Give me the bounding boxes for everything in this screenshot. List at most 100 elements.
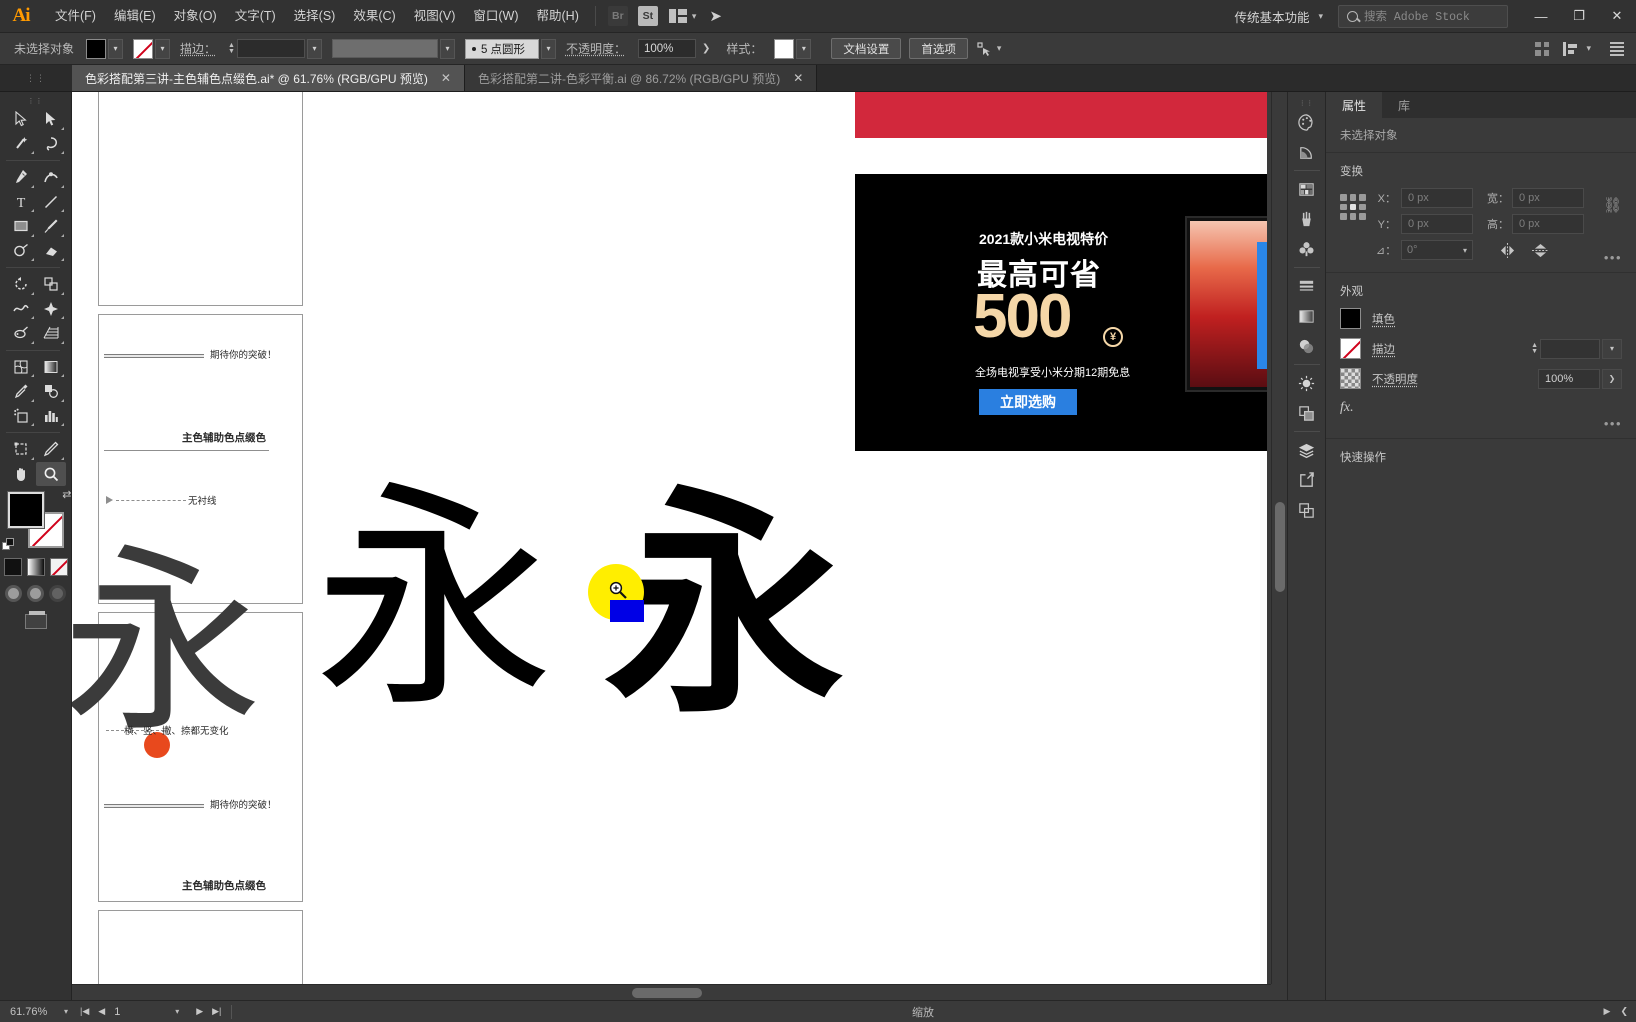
direct-selection-tool[interactable] bbox=[36, 107, 66, 132]
fill-chevron-icon[interactable]: ▾ bbox=[108, 38, 124, 59]
free-transform-tool[interactable] bbox=[36, 297, 66, 322]
play-icon[interactable]: ▶ bbox=[1604, 1006, 1611, 1017]
prev-page-icon[interactable]: ◀ bbox=[98, 1006, 105, 1017]
type-tool[interactable]: T bbox=[6, 190, 36, 215]
stroke-weight-chevron-icon[interactable]: ▾ bbox=[306, 38, 322, 59]
stroke-weight-control[interactable]: ▲ ▼ ▾ bbox=[228, 38, 322, 59]
transform-more-options-icon[interactable]: ••• bbox=[1604, 250, 1622, 265]
flip-vertical-icon[interactable] bbox=[1532, 243, 1549, 258]
artboard-1[interactable] bbox=[98, 92, 303, 306]
menu-object[interactable]: 对象(O) bbox=[165, 0, 226, 33]
rotate-tool[interactable] bbox=[6, 272, 36, 297]
angle-chevron-icon[interactable]: ▾ bbox=[1463, 246, 1467, 255]
default-fill-stroke-icon[interactable] bbox=[1, 538, 15, 551]
appearance-stroke-swatch[interactable] bbox=[1340, 338, 1361, 359]
arrange-documents-icon[interactable] bbox=[668, 9, 687, 23]
document-tab-1[interactable]: 色彩搭配第三讲-主色辅色点缀色.ai* @ 61.76% (RGB/GPU 预览… bbox=[72, 65, 465, 91]
page-number-input[interactable]: 1 bbox=[114, 1006, 158, 1018]
appearance-more-options-icon[interactable]: ••• bbox=[1604, 416, 1622, 431]
appearance-opacity-expand-icon[interactable]: ❯ bbox=[1602, 368, 1622, 389]
style-control[interactable]: ▾ bbox=[774, 38, 812, 59]
curvature-tool[interactable] bbox=[36, 165, 66, 190]
swap-fill-stroke-icon[interactable]: ⇄ bbox=[62, 488, 71, 501]
menu-type[interactable]: 文字(T) bbox=[226, 0, 285, 33]
list-view-icon[interactable] bbox=[1610, 41, 1624, 56]
glyph-serif-yong[interactable]: 永 bbox=[314, 480, 554, 720]
appearance-fill-swatch[interactable] bbox=[1340, 308, 1361, 329]
opacity-control[interactable]: 100% ❯ bbox=[637, 39, 716, 58]
draw-normal-icon[interactable] bbox=[5, 585, 22, 602]
zoom-level-value[interactable]: 61.76% bbox=[10, 1006, 56, 1018]
stroke-weight-input[interactable] bbox=[236, 39, 305, 58]
color-guide-panel-icon[interactable] bbox=[1292, 137, 1322, 167]
width-tool[interactable] bbox=[6, 297, 36, 322]
zoom-tool[interactable] bbox=[35, 461, 66, 486]
shaper-tool[interactable] bbox=[6, 239, 36, 264]
scale-tool[interactable] bbox=[36, 272, 66, 297]
artboards-panel-icon[interactable] bbox=[1292, 495, 1322, 525]
bridge-icon[interactable]: Br bbox=[607, 6, 628, 26]
perspective-grid-tool[interactable] bbox=[36, 321, 66, 346]
menu-help[interactable]: 帮助(H) bbox=[528, 0, 588, 33]
y-input[interactable]: 0 px bbox=[1401, 214, 1473, 234]
hand-tool[interactable] bbox=[6, 462, 36, 487]
tab-bar-grip[interactable]: ⋮⋮ bbox=[0, 65, 72, 91]
stroke-stepper-icon[interactable]: ▲ ▼ bbox=[228, 42, 235, 55]
document-tab-2[interactable]: 色彩搭配第二讲-色彩平衡.ai @ 86.72% (RGB/GPU 预览) ✕ bbox=[464, 65, 818, 91]
chevron-down-icon[interactable]: ▾ bbox=[692, 11, 697, 22]
brush-definition-value[interactable]: 5 点圆形 bbox=[464, 38, 539, 59]
pathfinder-panel-icon[interactable] bbox=[1292, 398, 1322, 428]
fill-swatch[interactable] bbox=[86, 38, 107, 59]
zoom-chevron-icon[interactable]: ▾ bbox=[56, 1007, 76, 1016]
arrange-grid-icon[interactable] bbox=[1535, 41, 1550, 56]
style-chevron-icon[interactable]: ▾ bbox=[796, 38, 812, 59]
workspace-chevron-icon[interactable]: ▾ bbox=[1318, 11, 1323, 22]
none-mode-icon[interactable] bbox=[49, 558, 68, 576]
tab-libraries[interactable]: 库 bbox=[1382, 92, 1426, 118]
close-button[interactable]: ✕ bbox=[1598, 0, 1636, 33]
color-mode-icon[interactable] bbox=[3, 558, 22, 576]
opacity-expand-icon[interactable]: ❯ bbox=[696, 43, 716, 54]
workspace-switcher[interactable]: 传统基本功能 bbox=[1230, 7, 1313, 26]
layers-panel-icon[interactable] bbox=[1292, 435, 1322, 465]
fill-stroke-control[interactable]: ⇄ bbox=[1, 489, 72, 550]
slice-tool[interactable] bbox=[36, 437, 66, 462]
document-setup-button[interactable]: 文档设置 bbox=[831, 38, 902, 59]
preferences-button[interactable]: 首选项 bbox=[909, 38, 968, 59]
appearance-opacity-input[interactable]: 100% bbox=[1538, 368, 1600, 389]
stroke-control[interactable]: ▾ bbox=[133, 38, 171, 59]
zoom-control[interactable]: 61.76% ▾ bbox=[10, 1006, 76, 1018]
appearance-fx-button[interactable]: fx. bbox=[1340, 398, 1622, 426]
next-page-icon[interactable]: ▶ bbox=[196, 1006, 203, 1017]
flip-horizontal-icon[interactable] bbox=[1499, 242, 1516, 258]
style-swatch[interactable] bbox=[774, 38, 795, 59]
brush-definition-control[interactable]: 5 点圆形 ▾ bbox=[464, 38, 556, 59]
menu-window[interactable]: 窗口(W) bbox=[464, 0, 527, 33]
document-tab-2-close-icon[interactable]: ✕ bbox=[793, 71, 803, 85]
eyedropper-tool[interactable] bbox=[6, 379, 36, 404]
xiaomi-ad[interactable]: 2021款小米电视特价 最高可省 500 ¥ 全场电视享受小米分期12期免息 立… bbox=[855, 174, 1267, 451]
reference-point-selector[interactable] bbox=[1340, 194, 1366, 220]
symbols-panel-icon[interactable] bbox=[1292, 234, 1322, 264]
draw-inside-icon[interactable] bbox=[49, 585, 66, 602]
fill-control[interactable]: ▾ bbox=[86, 38, 124, 59]
horizontal-scroll-thumb[interactable] bbox=[632, 988, 702, 998]
select-similar-control[interactable]: ▾ bbox=[976, 41, 1007, 57]
vertical-scrollbar[interactable] bbox=[1271, 92, 1287, 984]
stroke-profile-chevron-icon[interactable]: ▾ bbox=[439, 38, 455, 59]
asset-export-panel-icon[interactable] bbox=[1292, 465, 1322, 495]
height-input[interactable]: 0 px bbox=[1512, 214, 1584, 234]
artboard-tool[interactable] bbox=[6, 437, 36, 462]
share-icon[interactable]: ➤ bbox=[709, 7, 722, 25]
select-similar-icon[interactable] bbox=[976, 41, 992, 57]
menu-file[interactable]: 文件(F) bbox=[46, 0, 105, 33]
gradient-tool[interactable] bbox=[36, 355, 66, 380]
transparency-panel-icon[interactable] bbox=[1292, 331, 1322, 361]
column-graph-tool[interactable] bbox=[36, 404, 66, 429]
page-chevron-icon[interactable]: ▾ bbox=[167, 1007, 187, 1016]
stock-search-box[interactable]: 搜索 Adobe Stock bbox=[1338, 4, 1508, 28]
menu-select[interactable]: 选择(S) bbox=[285, 0, 345, 33]
tab-properties[interactable]: 属性 bbox=[1326, 92, 1383, 118]
stroke-profile-input[interactable] bbox=[331, 39, 438, 58]
document-tab-1-close-icon[interactable]: ✕ bbox=[441, 71, 451, 85]
